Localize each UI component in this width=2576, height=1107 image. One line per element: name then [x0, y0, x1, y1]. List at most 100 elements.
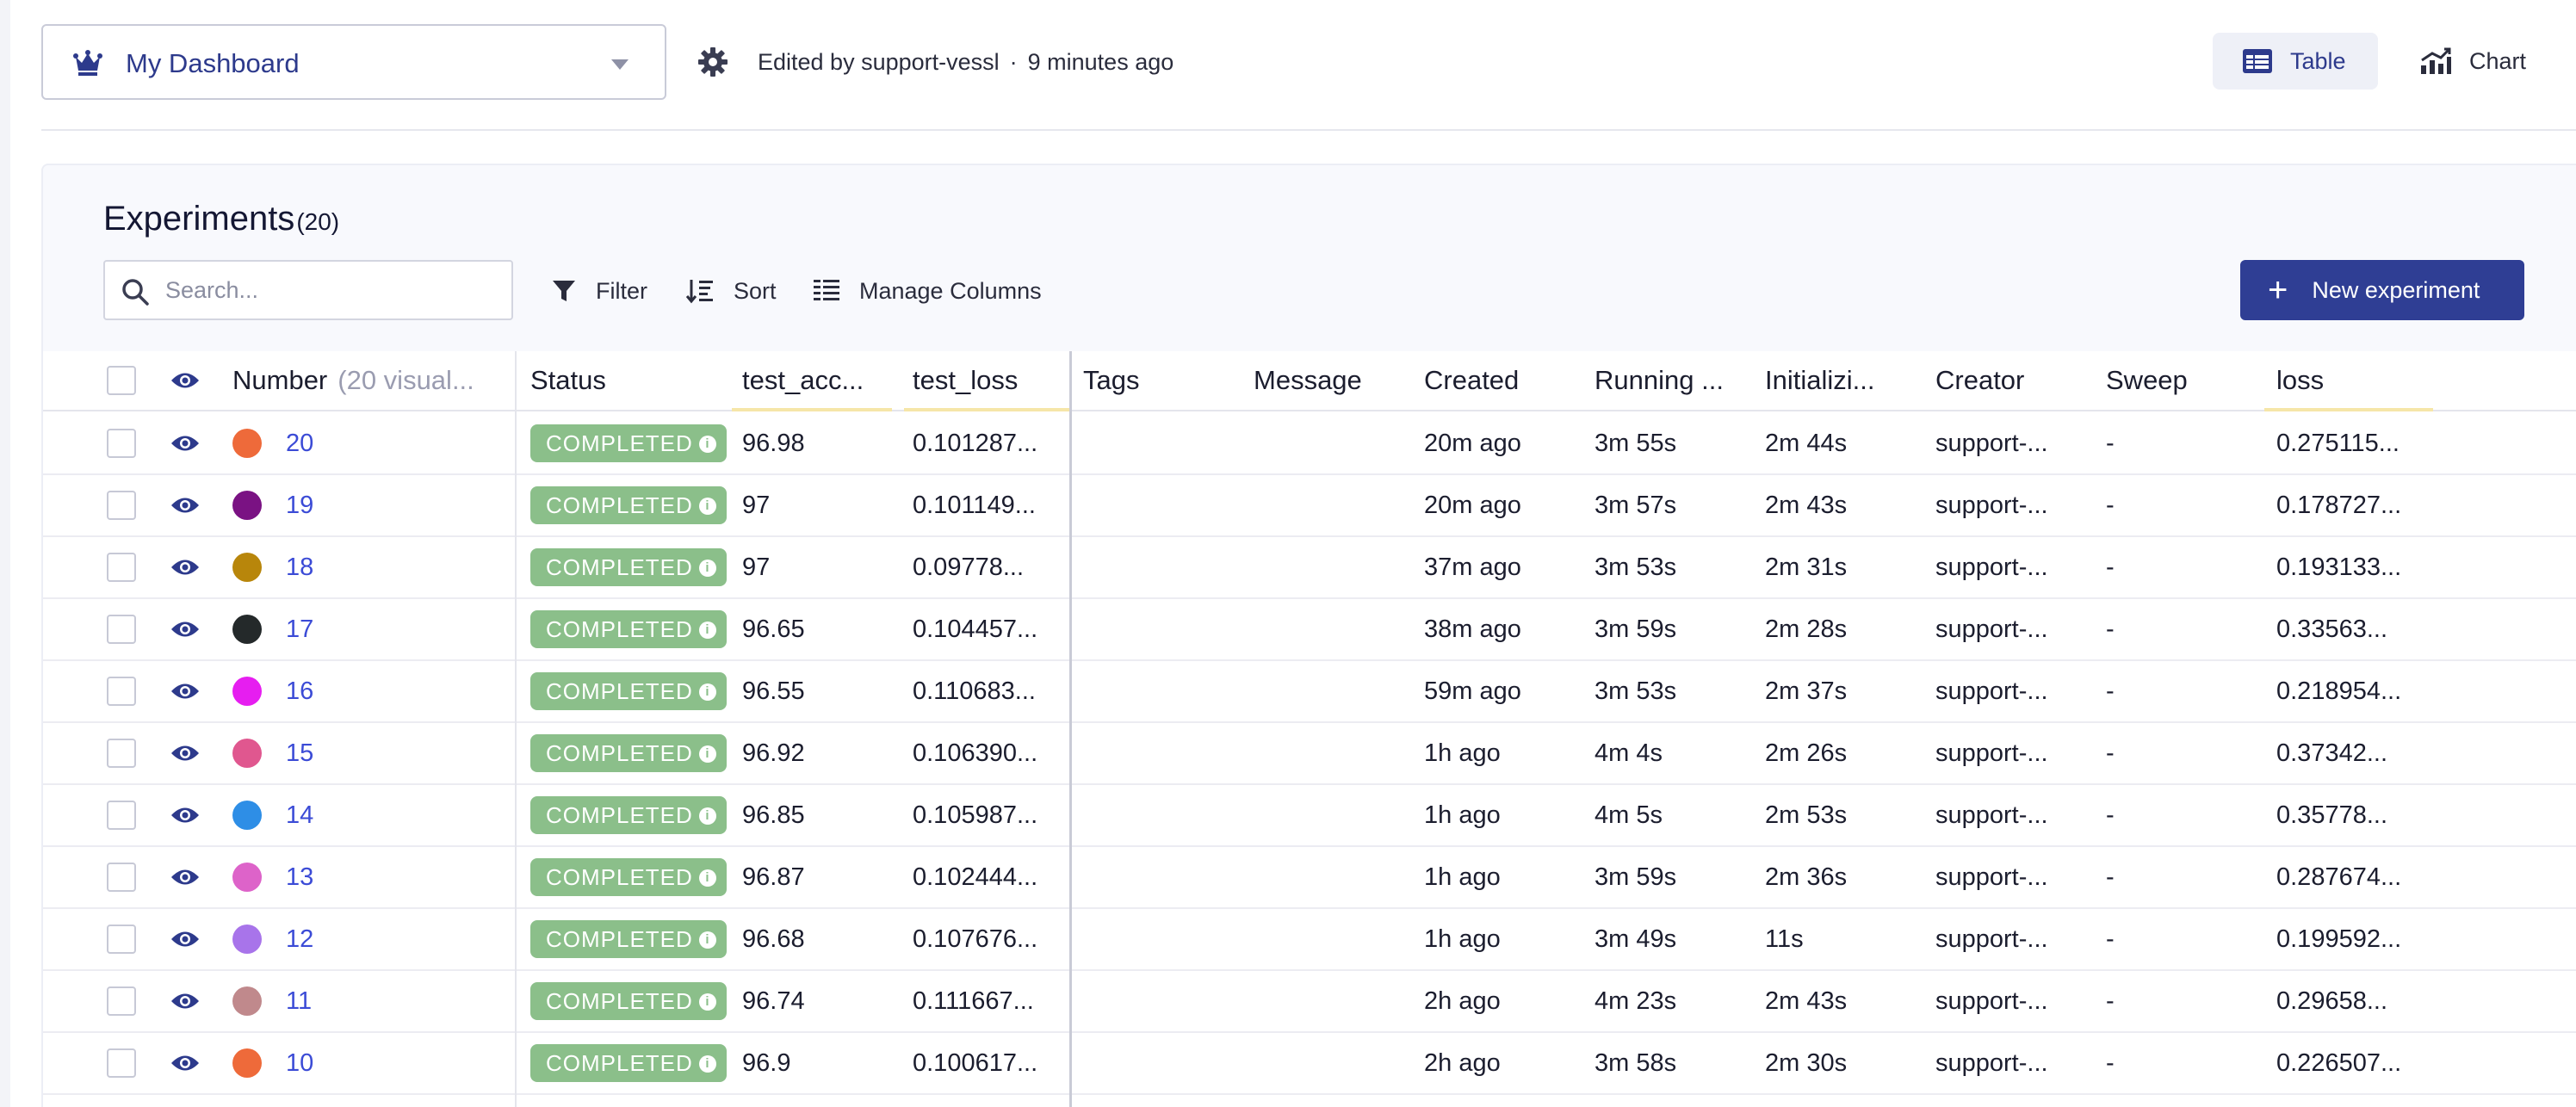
header-running[interactable]: Running ... — [1595, 351, 1724, 410]
table-row[interactable]: 20 COMPLETED i 96.98 0.101287... 20m ago 3m 55… — [43, 413, 2576, 475]
header-loss[interactable]: loss — [2276, 351, 2324, 410]
status-badge[interactable]: COMPLETED i — [530, 858, 727, 896]
table-row[interactable]: 15 COMPLETED i 96.92 0.106390... 1h ago 4m 4s 2… — [43, 723, 2576, 785]
status-badge[interactable]: COMPLETED i — [530, 734, 727, 772]
status-badge[interactable]: COMPLETED i — [530, 982, 727, 1020]
row-checkbox[interactable] — [107, 491, 136, 520]
experiment-number-link[interactable]: 10 — [286, 1033, 313, 1093]
eye-icon[interactable] — [170, 1054, 200, 1073]
eye-icon[interactable] — [170, 806, 200, 825]
info-icon[interactable]: i — [699, 436, 716, 453]
info-icon[interactable]: i — [699, 869, 716, 887]
info-icon[interactable]: i — [699, 745, 716, 763]
row-checkbox[interactable] — [107, 986, 136, 1016]
gear-icon[interactable] — [697, 46, 728, 77]
eye-icon[interactable] — [170, 992, 200, 1011]
status-badge[interactable]: COMPLETED i — [530, 548, 727, 586]
cell-loss: 0.33563... — [2276, 615, 2387, 643]
header-test-loss[interactable]: test_loss — [913, 351, 1018, 410]
eye-icon[interactable] — [170, 371, 200, 390]
header-test-acc[interactable]: test_acc... — [742, 351, 901, 410]
table-row[interactable]: 12 COMPLETED i 96.68 0.107676... 1h ago 3m 49s… — [43, 909, 2576, 971]
experiment-number-link[interactable]: 17 — [286, 599, 313, 659]
view-toggle: Table Chart — [2213, 33, 2576, 90]
table-row[interactable]: 13 COMPLETED i 96.87 0.102444... 1h ago 3m 59s… — [43, 847, 2576, 909]
row-checkbox[interactable] — [107, 1048, 136, 1078]
header-status[interactable]: Status — [530, 351, 606, 410]
experiment-number-link[interactable]: 14 — [286, 785, 313, 845]
experiment-number-link[interactable]: 16 — [286, 661, 313, 721]
experiment-number-link[interactable]: 18 — [286, 537, 313, 597]
status-badge[interactable]: COMPLETED i — [530, 920, 727, 958]
new-experiment-button[interactable]: + New experiment — [2240, 260, 2524, 320]
experiment-number-link[interactable]: 19 — [286, 475, 313, 535]
eye-icon[interactable] — [170, 868, 200, 887]
row-checkbox[interactable] — [107, 615, 136, 644]
dashboard-selector[interactable]: My Dashboard — [41, 24, 666, 100]
status-badge[interactable]: COMPLETED i — [530, 424, 727, 462]
info-icon[interactable]: i — [699, 807, 716, 825]
header-tags[interactable]: Tags — [1083, 351, 1139, 410]
status-badge[interactable]: COMPLETED i — [530, 672, 727, 710]
row-checkbox[interactable] — [107, 429, 136, 458]
table-row[interactable]: 17 COMPLETED i 96.65 0.104457... 38m ago 3m 59… — [43, 599, 2576, 661]
header-creator[interactable]: Creator — [1935, 351, 2024, 410]
row-status-cell: COMPLETED i — [530, 909, 727, 969]
info-icon[interactable]: i — [699, 931, 716, 949]
header-number[interactable]: Number (20 visual... — [232, 351, 542, 410]
info-icon[interactable]: i — [699, 622, 716, 639]
manage-columns-button[interactable]: Manage Columns — [813, 267, 1042, 315]
status-badge[interactable]: COMPLETED i — [530, 610, 727, 648]
row-checkbox[interactable] — [107, 925, 136, 954]
experiment-color-dot — [232, 925, 262, 954]
cell-loss: 0.193133... — [2276, 553, 2402, 581]
header-sweep[interactable]: Sweep — [2106, 351, 2188, 410]
row-visibility-cell — [170, 971, 200, 1031]
eye-icon[interactable] — [170, 620, 200, 639]
experiment-number-link[interactable]: 20 — [286, 413, 313, 473]
experiment-number-link[interactable]: 13 — [286, 847, 313, 907]
table-row[interactable]: 18 COMPLETED i 97 0.09778... 37m ago 3m 53s 2m … — [43, 537, 2576, 599]
search-input[interactable] — [165, 262, 501, 318]
cell-sweep: - — [2106, 1048, 2115, 1077]
eye-icon[interactable] — [170, 558, 200, 577]
table-row[interactable]: 16 COMPLETED i 96.55 0.110683... 59m ago 3m 53… — [43, 661, 2576, 723]
info-icon[interactable]: i — [699, 498, 716, 515]
header-message[interactable]: Message — [1254, 351, 1362, 410]
row-checkbox[interactable] — [107, 677, 136, 706]
experiment-number-link[interactable]: 15 — [286, 723, 313, 783]
table-row[interactable]: 14 COMPLETED i 96.85 0.105987... 1h ago 4m 5s 2… — [43, 785, 2576, 847]
eye-icon[interactable] — [170, 434, 200, 453]
eye-icon[interactable] — [170, 744, 200, 763]
info-icon[interactable]: i — [699, 560, 716, 577]
eye-icon[interactable] — [170, 682, 200, 701]
eye-icon[interactable] — [170, 496, 200, 515]
header-created[interactable]: Created — [1424, 351, 1519, 410]
row-checkbox[interactable] — [107, 739, 136, 768]
row-checkbox[interactable] — [107, 801, 136, 830]
table-view-button[interactable]: Table — [2213, 33, 2378, 90]
experiment-number-link[interactable]: 12 — [286, 909, 313, 969]
row-checkbox[interactable] — [107, 553, 136, 582]
status-label: COMPLETED — [546, 863, 693, 890]
table-row[interactable]: 10 COMPLETED i 96.9 0.100617... 2h ago 3m 58s 2… — [43, 1033, 2576, 1095]
filter-button[interactable]: Filter — [551, 267, 647, 315]
status-badge[interactable]: COMPLETED i — [530, 1044, 727, 1082]
info-icon[interactable]: i — [699, 683, 716, 701]
row-visibility-cell — [170, 909, 200, 969]
info-icon[interactable]: i — [699, 993, 716, 1011]
info-icon[interactable]: i — [699, 1055, 716, 1073]
experiment-number-link[interactable]: 11 — [286, 971, 312, 1031]
row-checkbox[interactable] — [107, 863, 136, 892]
test-loss-highlight — [904, 408, 1069, 411]
eye-icon[interactable] — [170, 930, 200, 949]
table-row[interactable]: 19 COMPLETED i 97 0.101149... 20m ago 3m 57s 2m… — [43, 475, 2576, 537]
select-all-checkbox[interactable] — [107, 366, 136, 395]
status-badge[interactable]: COMPLETED i — [530, 486, 727, 524]
status-badge[interactable]: COMPLETED i — [530, 796, 727, 834]
row-color-cell — [232, 785, 262, 845]
sort-button[interactable]: Sort — [685, 267, 777, 315]
chart-view-button[interactable]: Chart — [2419, 33, 2576, 90]
header-initializing[interactable]: Initializi... — [1765, 351, 1874, 410]
table-row[interactable]: 11 COMPLETED i 96.74 0.111667... 2h ago 4m 23s… — [43, 971, 2576, 1033]
